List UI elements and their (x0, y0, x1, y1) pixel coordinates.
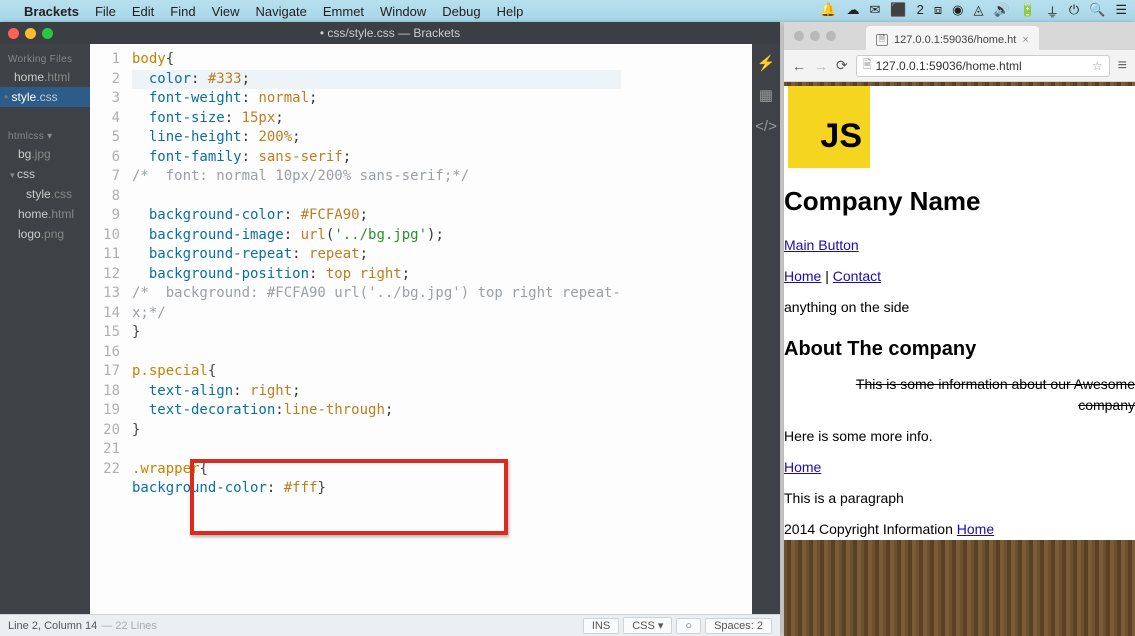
battery-icon[interactable]: 🔋 (1020, 2, 1036, 21)
dropbox-icon[interactable]: ⧈ (934, 2, 942, 21)
nav-contact-link[interactable]: Contact (833, 268, 881, 284)
back-button[interactable]: ← (792, 58, 806, 74)
brackets-titlebar[interactable]: • css/style.css — Brackets (0, 22, 780, 44)
chrome-tabstrip: 🗎 127.0.0.1:59036/home.ht × (784, 22, 1135, 50)
minimize-button[interactable] (25, 28, 36, 39)
tab-title: 127.0.0.1:59036/home.ht (894, 34, 1016, 46)
language-mode[interactable]: CSS ▾ (623, 617, 672, 634)
working-file-style[interactable]: style.css (0, 87, 90, 107)
browser-viewport[interactable]: JS Company Name Main Button Home | Conta… (784, 82, 1135, 636)
tree-home[interactable]: home.html (0, 204, 90, 224)
reload-button[interactable]: ⟳ (836, 57, 848, 74)
menu-icon[interactable]: ☰ (1115, 2, 1127, 21)
indent-setting[interactable]: Spaces: 2 (705, 618, 772, 634)
menu-file[interactable]: File (95, 4, 116, 19)
menubar-status-icons: 🔔 ☁ ✉ ⬛ 2 ⧈ ◉ ◬ 🔊 🔋 ⏚ ⏻ 🔍 ☰ (820, 2, 1127, 21)
about-heading: About The company (784, 334, 1135, 364)
line-gutter: 12345678910111213141516171819202122 (90, 44, 128, 499)
bell-icon[interactable]: 🔔 (820, 2, 836, 21)
code-content[interactable]: body{ color: #333; font-weight: normal; … (128, 44, 621, 499)
browser-minimize-button[interactable] (810, 31, 820, 41)
brackets-sidebar: Working Files home.html style.css htmlcs… (0, 44, 90, 614)
favicon-icon: 🗎 (876, 34, 888, 46)
page-heading: Company Name (784, 182, 1135, 221)
status-circle[interactable]: ○ (676, 618, 701, 634)
struck-paragraph: This is some information about our Aweso… (784, 374, 1135, 416)
mac-menubar: Brackets File Edit Find View Navigate Em… (0, 0, 1135, 22)
aside-text: anything on the side (784, 297, 1135, 318)
working-file-home[interactable]: home.html (0, 67, 90, 87)
tree-bg[interactable]: bg.jpg (0, 144, 90, 164)
nav-home-link[interactable]: Home (784, 268, 821, 284)
adobe-icon[interactable]: ⬛ (890, 2, 906, 21)
browser-zoom-button[interactable] (826, 31, 836, 41)
cloud-icon[interactable]: ☁ (847, 2, 860, 21)
chrome-toolbar: ← → ⟳ 🗎 127.0.0.1:59036/home.html ☆ ≡ (784, 50, 1135, 82)
home-link[interactable]: Home (784, 459, 821, 475)
power-icon[interactable]: ⏻ (1069, 2, 1079, 21)
menu-find[interactable]: Find (170, 4, 195, 19)
window-title: • css/style.css — Brackets (0, 26, 780, 40)
code-editor[interactable]: 12345678910111213141516171819202122 body… (90, 44, 752, 614)
menu-navigate[interactable]: Navigate (256, 4, 307, 19)
menu-emmet[interactable]: Emmet (323, 4, 364, 19)
live-preview-icon[interactable]: ⚡ (757, 54, 776, 72)
spotlight-icon[interactable]: 🔍 (1089, 2, 1105, 21)
chrome-menu-icon[interactable]: ≡ (1118, 57, 1127, 75)
footer-text: 2014 Copyright Information Home (784, 519, 1135, 540)
num-icon: 2 (917, 2, 924, 21)
brackets-window: • css/style.css — Brackets Working Files… (0, 22, 780, 636)
menu-window[interactable]: Window (380, 4, 426, 19)
sync-icon[interactable]: ◉ (952, 2, 963, 21)
project-heading[interactable]: htmlcss ▾ (0, 125, 90, 144)
more-info-text: Here is some more info. (784, 426, 1135, 447)
menu-edit[interactable]: Edit (132, 4, 154, 19)
tree-logo[interactable]: logo.png (0, 224, 90, 244)
tree-css-folder[interactable]: css (0, 164, 90, 184)
bookmark-icon[interactable]: ☆ (1092, 59, 1103, 73)
browser-tab[interactable]: 🗎 127.0.0.1:59036/home.ht × (866, 26, 1039, 50)
tree-style[interactable]: style.css (0, 184, 90, 204)
brackets-toolstrip: ⚡ ▦ </> (752, 44, 780, 614)
forward-button[interactable]: → (814, 58, 828, 74)
page-icon: 🗎 (863, 56, 872, 75)
wifi-icon[interactable]: ⏚ (1046, 2, 1059, 21)
chrome-window: 🗎 127.0.0.1:59036/home.ht × ← → ⟳ 🗎 127.… (784, 22, 1135, 636)
url-text: 127.0.0.1:59036/home.html (876, 59, 1022, 73)
drive-icon[interactable]: ◬ (973, 2, 983, 21)
tab-close-icon[interactable]: × (1022, 34, 1028, 46)
plain-paragraph: This is a paragraph (784, 488, 1135, 509)
insert-mode[interactable]: INS (583, 618, 619, 634)
menu-debug[interactable]: Debug (442, 4, 480, 19)
close-button[interactable] (8, 28, 19, 39)
menu-app[interactable]: Brackets (24, 4, 79, 19)
code-icon[interactable]: </> (755, 118, 777, 135)
site-logo: JS (788, 86, 870, 168)
brackets-statusbar: Line 2, Column 14 — 22 Lines INS CSS ▾ ○… (0, 614, 780, 636)
working-files-heading: Working Files (0, 48, 90, 67)
extensions-icon[interactable]: ▦ (759, 86, 773, 104)
volume-icon[interactable]: 🔊 (993, 2, 1009, 21)
main-button-link[interactable]: Main Button (784, 237, 859, 253)
browser-close-button[interactable] (794, 31, 804, 41)
chat-icon[interactable]: ✉ (870, 2, 881, 21)
zoom-button[interactable] (42, 28, 53, 39)
menu-view[interactable]: View (212, 4, 240, 19)
address-bar[interactable]: 🗎 127.0.0.1:59036/home.html ☆ (856, 55, 1110, 77)
menu-help[interactable]: Help (497, 4, 524, 19)
footer-home-link[interactable]: Home (957, 521, 994, 537)
line-count: — 22 Lines (101, 620, 157, 632)
cursor-position[interactable]: Line 2, Column 14 (8, 620, 97, 632)
